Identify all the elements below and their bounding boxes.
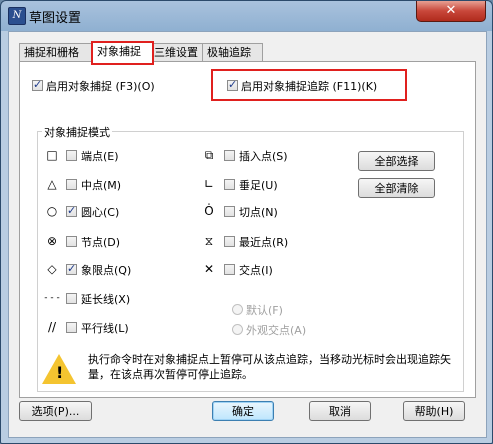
tangent-checkbox[interactable] [224,206,235,217]
perpendicular-checkbox[interactable] [224,179,235,190]
enable-snap-checkbox[interactable] [32,78,43,91]
radio-default-label: 默认(F) [246,304,283,317]
dialog-client: 捕捉和栅格 对象捕捉 三维设置 极轴追踪 启用对象捕捉 (F3)(O) 启用对象… [8,31,487,438]
cancel-button[interactable]: 取消 [309,401,371,421]
window-title: 草图设置 [29,11,82,26]
tab-polar-tracking[interactable]: 极轴追踪 [202,43,263,61]
tangent-label: 切点(N) [239,206,278,219]
circle-icon: ○ [46,204,58,218]
radio-default[interactable] [232,304,243,315]
midpoint-checkbox[interactable] [66,179,77,190]
square-icon: □ [46,148,58,162]
insert-icon: ⧉ [204,148,214,162]
node-icon: ⊗ [46,234,58,248]
snap-modes-title: 对象捕捉模式 [42,124,112,140]
intersection-icon: ✕ [203,262,215,276]
tab-snap-grid[interactable]: 捕捉和栅格 [19,43,93,61]
object-snap-panel: 启用对象捕捉 (F3)(O) 启用对象捕捉追踪 (F11)(K) 对象捕捉模式 … [19,61,476,398]
perpendicular-icon: ∟ [203,177,215,191]
app-icon: N [8,7,26,25]
node-label: 节点(D) [81,236,121,249]
parallel-icon: // [47,320,57,334]
quadrant-label: 象限点(Q) [81,264,132,277]
diamond-icon: ◇ [47,262,57,276]
node-checkbox[interactable] [66,236,77,247]
endpoint-checkbox[interactable] [66,150,77,161]
enable-tracking-checkbox[interactable] [227,78,238,91]
clear-all-button[interactable]: 全部清除 [358,178,435,198]
nearest-label: 最近点(R) [239,236,289,249]
enable-snap-label: 启用对象捕捉 (F3)(O) [46,80,155,93]
select-all-button[interactable]: 全部选择 [358,151,435,171]
parallel-label: 平行线(L) [81,322,129,335]
center-checkbox[interactable] [66,204,77,217]
close-button[interactable]: ✕ [416,1,486,22]
extension-checkbox[interactable] [66,293,77,304]
quadrant-checkbox[interactable] [66,262,77,275]
nearest-checkbox[interactable] [224,236,235,247]
tab-object-snap[interactable]: 对象捕捉 [91,41,154,65]
intersection-checkbox[interactable] [224,264,235,275]
nearest-icon: ⧖ [204,234,214,248]
parallel-checkbox[interactable] [66,322,77,333]
extension-icon: - - - [44,293,60,303]
center-label: 圆心(C) [81,206,120,219]
tracking-message: 执行命令时在对象捕捉点上暂停可从该点追踪，当移动光标时会出现追踪矢量，在该点再次… [88,353,451,381]
endpoint-label: 端点(E) [81,150,119,163]
tangent-icon: Ȯ [204,204,214,218]
title-bar[interactable]: N 草图设置 ✕ [1,1,492,31]
help-button[interactable]: 帮助(H) [403,401,465,421]
triangle-icon: △ [47,177,57,191]
intersection-label: 交点(I) [239,264,273,277]
options-button[interactable]: 选项(P)... [19,401,92,421]
close-icon: ✕ [445,3,457,18]
insert-checkbox[interactable] [224,150,235,161]
extension-label: 延长线(X) [81,293,131,306]
dialog-window: N 草图设置 ✕ 捕捉和栅格 对象捕捉 三维设置 极轴追踪 启用对象捕捉 (F3… [0,0,493,444]
tab-3d-settings[interactable]: 三维设置 [149,43,205,61]
ok-button[interactable]: 确定 [212,401,274,421]
radio-apparent[interactable] [232,324,243,335]
radio-apparent-label: 外观交点(A) [246,324,307,337]
enable-tracking-label: 启用对象捕捉追踪 (F11)(K) [241,80,378,93]
insert-label: 插入点(S) [239,150,288,163]
perpendicular-label: 垂足(U) [239,179,278,192]
warning-mark: ! [56,363,64,382]
midpoint-label: 中点(M) [81,179,122,192]
